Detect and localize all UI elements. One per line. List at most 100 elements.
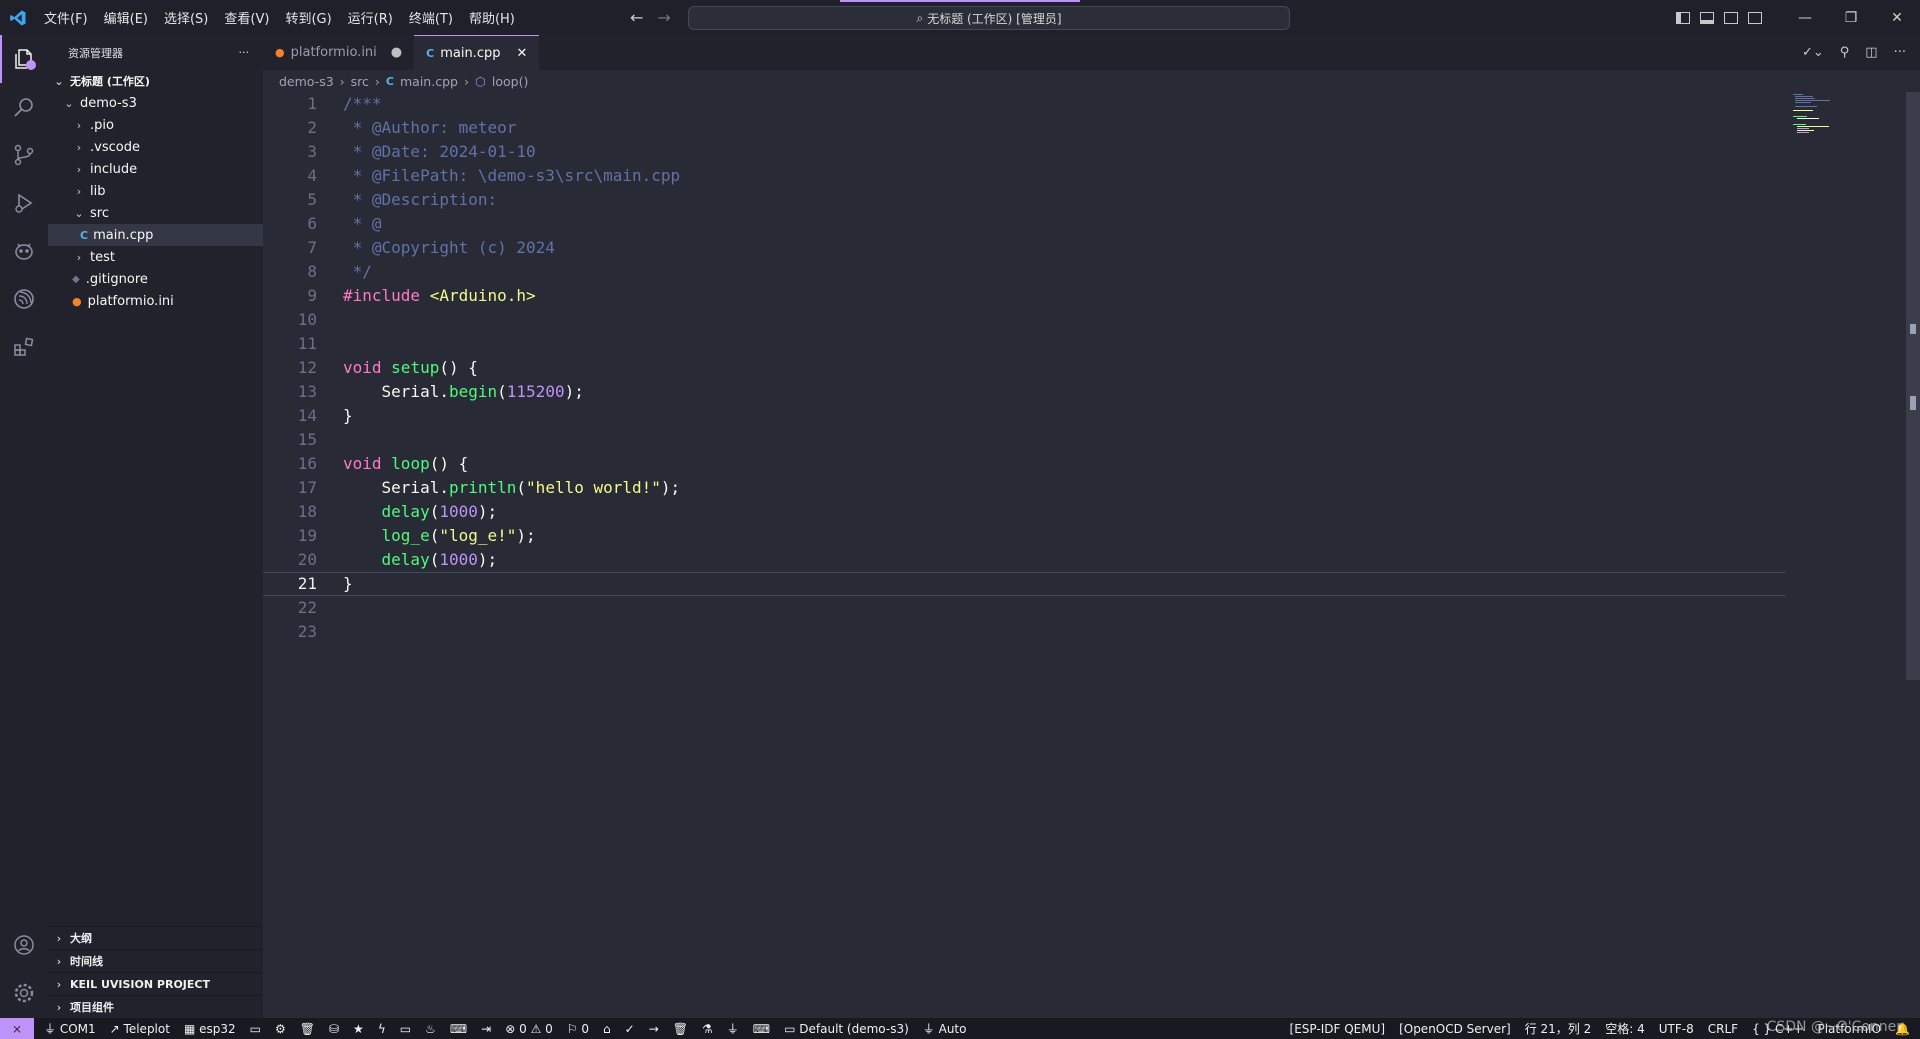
fire-icon[interactable]: ♨ xyxy=(425,1022,436,1036)
menu-terminal[interactable]: 终端(T) xyxy=(401,8,461,27)
espressif-icon[interactable] xyxy=(0,275,48,323)
outline-section[interactable]: › 大纲 xyxy=(48,926,263,949)
code-line[interactable]: 15 xyxy=(263,428,1783,452)
gear-icon[interactable]: ⚙ xyxy=(275,1022,286,1036)
timeline-section[interactable]: › 时间线 xyxy=(48,949,263,972)
settings-gear-icon[interactable] xyxy=(0,969,48,1017)
build-check-icon[interactable]: ✓ xyxy=(625,1022,635,1036)
code-line[interactable]: 3 * @Date: 2024-01-10 xyxy=(263,140,1783,164)
explorer-icon[interactable] xyxy=(0,35,48,83)
database-icon[interactable]: ⛁ xyxy=(329,1022,339,1036)
keil-section[interactable]: › KEIL UVISION PROJECT xyxy=(48,972,263,995)
trash-icon[interactable]: 🗑 xyxy=(300,1022,315,1036)
forward-arrow-icon[interactable]: → xyxy=(657,8,670,27)
code-line[interactable]: 11 xyxy=(263,332,1783,356)
clean-trash-icon[interactable]: 🗑 xyxy=(673,1022,688,1036)
pin-icon[interactable]: ⚲ xyxy=(1840,45,1850,60)
tree-folder-test[interactable]: › test xyxy=(48,246,263,268)
openocd-status[interactable]: [OpenOCD Server] xyxy=(1399,1022,1511,1036)
test-flask-icon[interactable]: ⚗ xyxy=(702,1022,713,1036)
code-line[interactable]: 8 */ xyxy=(263,260,1783,284)
encoding[interactable]: UTF-8 xyxy=(1659,1022,1694,1036)
code-line[interactable]: 2 * @Author: meteor xyxy=(263,116,1783,140)
upload-icon[interactable]: ⇥ xyxy=(481,1022,491,1036)
problems-status[interactable]: ⊗ 0 ⚠ 0 xyxy=(505,1022,553,1036)
cursor-position[interactable]: 行 21，列 2 xyxy=(1525,1020,1592,1037)
split-editor-icon[interactable]: ◫ xyxy=(1865,45,1877,60)
tab-platformio-ini[interactable]: ● platformio.ini ● xyxy=(263,35,414,70)
code-line[interactable]: 19 log_e("log_e!"); xyxy=(263,524,1783,548)
terminal-icon[interactable]: ⌨ xyxy=(450,1022,467,1036)
serial-plug-icon[interactable]: ⏚ xyxy=(727,1020,739,1037)
command-center[interactable]: ⌕ 无标题 (工作区) [管理员] xyxy=(688,6,1290,30)
indentation[interactable]: 空格: 4 xyxy=(1605,1020,1645,1037)
code-line[interactable]: 17 Serial.println("hello world!"); xyxy=(263,476,1783,500)
menu-run[interactable]: 运行(R) xyxy=(340,8,401,27)
home-icon[interactable]: ⌂ xyxy=(603,1022,611,1036)
minimize-button[interactable]: — xyxy=(1782,10,1828,26)
code-line[interactable]: 6 * @ xyxy=(263,212,1783,236)
menu-file[interactable]: 文件(F) xyxy=(36,8,96,27)
breadcrumb-item[interactable]: main.cpp xyxy=(400,74,458,89)
port-status[interactable]: ⏚ COM1 xyxy=(44,1020,96,1037)
menu-selection[interactable]: 选择(S) xyxy=(156,8,216,27)
code-line[interactable]: 5 * @Description: xyxy=(263,188,1783,212)
code-line[interactable]: 20 delay(1000); xyxy=(263,548,1783,572)
code-line[interactable]: 10 xyxy=(263,308,1783,332)
back-arrow-icon[interactable]: ← xyxy=(630,8,643,27)
teleplot-status[interactable]: ↗ Teleplot xyxy=(110,1022,170,1036)
breadcrumb-item[interactable]: src xyxy=(351,74,369,89)
breadcrumb-item[interactable]: loop() xyxy=(492,74,528,89)
code-line[interactable]: 14} xyxy=(263,404,1783,428)
tree-folder-demo-s3[interactable]: ⌄ demo-s3 xyxy=(48,92,263,114)
checkmark-icon[interactable]: ✓⌄ xyxy=(1802,45,1824,60)
explorer-more-icon[interactable]: ··· xyxy=(239,46,250,59)
code-line[interactable]: 22 xyxy=(263,596,1783,620)
project-components-section[interactable]: › 项目组件 xyxy=(48,995,263,1018)
toggle-secondary-sidebar-icon[interactable] xyxy=(1724,11,1738,24)
code-line[interactable]: 1 /*** xyxy=(263,92,1783,116)
code-line[interactable]: 7 * @Copyright (c) 2024 xyxy=(263,236,1783,260)
workspace-header[interactable]: ⌄ 无标题 (工作区) xyxy=(48,70,263,92)
tree-file-gitignore[interactable]: ◆ .gitignore xyxy=(48,268,263,290)
minimap[interactable] xyxy=(1793,92,1853,152)
toggle-primary-sidebar-icon[interactable] xyxy=(1676,11,1690,24)
customize-layout-icon[interactable] xyxy=(1748,11,1762,24)
tree-folder-src[interactable]: ⌄ src xyxy=(48,202,263,224)
tab-main-cpp[interactable]: C main.cpp ✕ xyxy=(414,35,540,70)
extensions-icon[interactable] xyxy=(0,323,48,371)
monitor-icon[interactable]: ▭ xyxy=(400,1022,411,1036)
auto-port-status[interactable]: ⏚ Auto xyxy=(923,1020,967,1037)
modified-dot-icon[interactable]: ● xyxy=(391,45,402,60)
accounts-icon[interactable] xyxy=(0,921,48,969)
vertical-scrollbar[interactable] xyxy=(1906,92,1920,680)
code-line[interactable]: 18 delay(1000); xyxy=(263,500,1783,524)
close-window-button[interactable]: ✕ xyxy=(1874,10,1920,26)
more-actions-icon[interactable]: ··· xyxy=(1894,45,1906,60)
upload-arrow-icon[interactable]: → xyxy=(649,1022,659,1036)
code-line[interactable]: 21} xyxy=(263,572,1783,596)
flash-icon[interactable]: ϟ xyxy=(378,1022,386,1036)
menu-view[interactable]: 查看(V) xyxy=(216,8,277,27)
code-line[interactable]: 9 #include <Arduino.h> xyxy=(263,284,1783,308)
breadcrumb-item[interactable]: demo-s3 xyxy=(279,74,334,89)
tree-folder-lib[interactable]: › lib xyxy=(48,180,263,202)
ports-status[interactable]: ⚐ 0 xyxy=(567,1022,589,1036)
terminal-2-icon[interactable]: ⌨ xyxy=(753,1022,770,1036)
source-control-icon[interactable] xyxy=(0,131,48,179)
tree-file-platformio-ini[interactable]: ● platformio.ini xyxy=(48,290,263,312)
folder-icon[interactable]: ▭ xyxy=(250,1022,261,1036)
code-line[interactable]: 4 * @FilePath: \demo-s3\src\main.cpp xyxy=(263,164,1783,188)
search-activity-icon[interactable] xyxy=(0,83,48,131)
env-status[interactable]: ▭ Default (demo-s3) xyxy=(784,1022,909,1036)
platformio-alien-icon[interactable] xyxy=(0,227,48,275)
code-editor[interactable]: 1/*** 2 * @Author: meteor 3 * @Date: 2024-… xyxy=(263,92,1920,1018)
remote-icon[interactable]: ⨯ xyxy=(0,1018,34,1039)
tree-folder-pio[interactable]: › .pio xyxy=(48,114,263,136)
close-icon[interactable]: ✕ xyxy=(516,46,527,61)
code-line[interactable]: 13 Serial.begin(115200); xyxy=(263,380,1783,404)
run-debug-icon[interactable] xyxy=(0,179,48,227)
code-line[interactable]: 16 void loop() { xyxy=(263,452,1783,476)
tree-file-main-cpp[interactable]: C main.cpp xyxy=(48,224,263,246)
code-line[interactable]: 23 xyxy=(263,620,1783,644)
